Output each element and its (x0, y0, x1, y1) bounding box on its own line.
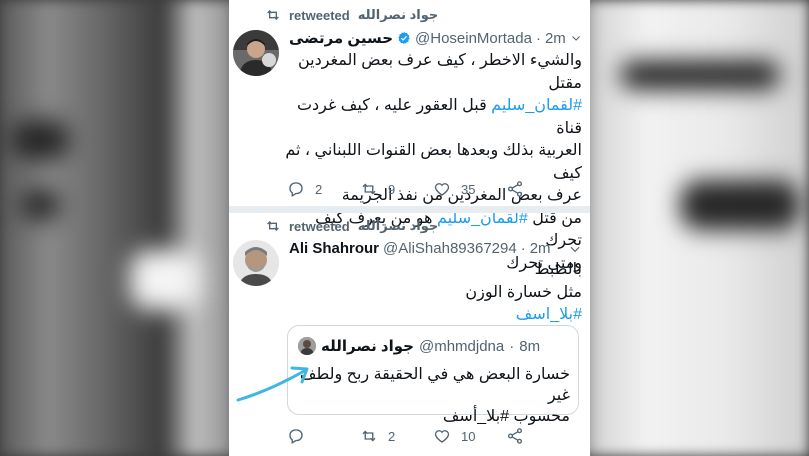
retweeted-label: retweeted (289, 218, 350, 234)
text-line: خسارة البعض هي في الحقيقة ربح ولطف غير (299, 366, 570, 404)
display-name[interactable]: Ali Shahrour (289, 240, 379, 257)
avatar[interactable] (233, 30, 279, 76)
share-button[interactable] (506, 427, 579, 445)
tweet-header: Ali Shahrour @AliShah89367294 · 2m (289, 240, 582, 257)
reply-button[interactable]: 2 (287, 180, 360, 198)
reply-icon (289, 429, 303, 444)
tweet-text: بالظبط مثل خسارة الوزن #بلا_اسف (285, 259, 582, 327)
quoted-tweet-text: خسارة البعض هي في الحقيقة ربح ولطف غير م… (296, 364, 570, 427)
retweet-button[interactable]: 9 (360, 180, 433, 198)
retweet-context: retweeted جواد نصرالله (265, 218, 438, 234)
retweet-icon (267, 10, 279, 20)
separator: · (535, 29, 541, 47)
reply-button[interactable] (287, 427, 360, 445)
hashtag-link[interactable]: #لقمان_سليم (491, 97, 582, 114)
text-line: والشيء الاخطر ، كيف عرف بعض المغردين مقت… (297, 52, 582, 92)
retweet-count: 9 (388, 181, 396, 197)
hashtag-link[interactable]: #بلا_اسف (516, 306, 582, 323)
share-button[interactable] (506, 180, 579, 198)
handle[interactable]: @AliShah89367294 (383, 240, 517, 257)
reply-icon (289, 182, 303, 197)
timestamp[interactable]: 2m (545, 30, 566, 47)
text-line: بالظبط (534, 261, 582, 278)
tweet[interactable]: retweeted جواد نصرالله Ali Shahrour @Ali… (229, 213, 590, 456)
text-line: العربية بذلك وبعدها بعض القنوات اللبناني… (285, 142, 582, 182)
avatar[interactable] (233, 240, 279, 286)
retweet-context: retweeted جواد نصرالله (265, 7, 438, 23)
chevron-down-icon[interactable] (568, 242, 582, 256)
retweeter-name[interactable]: جواد نصرالله (358, 7, 439, 23)
timestamp: 8m (519, 337, 541, 355)
like-count: 35 (461, 181, 476, 197)
retweeter-name[interactable]: جواد نصرالله (358, 218, 439, 234)
reply-count: 2 (315, 181, 323, 197)
text-line: #بلا_اسف (285, 304, 582, 327)
retweet-button[interactable]: 2 (360, 427, 433, 445)
share-icon (507, 428, 523, 444)
text-line: #لقمان_سليم قبل العقور عليه ، كيف غردت ق… (296, 97, 582, 137)
avatar (298, 337, 316, 355)
chevron-down-icon[interactable] (570, 31, 582, 45)
display-name: جواد نصرالله (321, 338, 414, 355)
retweet-icon (267, 221, 279, 231)
timestamp[interactable]: 2m (530, 240, 551, 257)
text-line: محسوب #بلا_أسف (442, 408, 570, 425)
quoted-tweet[interactable]: جواد نصرالله @mhmdjdna · 8m خسارة البعض … (287, 325, 579, 425)
like-button[interactable]: 35 (433, 180, 506, 198)
handle[interactable]: @HoseinMortada (415, 30, 532, 47)
retweet-icon (362, 183, 376, 195)
separator: · (520, 240, 526, 257)
verified-icon (398, 31, 410, 45)
like-button[interactable]: 10 (433, 427, 506, 445)
tweet-actions: 2 9 35 (287, 180, 579, 198)
display-name[interactable]: حسين مرتضى (289, 29, 393, 47)
tweet[interactable]: retweeted جواد نصرالله حسين مرتضى @Hosei… (229, 0, 590, 272)
handle: @mhmdjdna (418, 337, 505, 355)
tweet-actions: 2 10 (287, 427, 579, 445)
text-line: مثل خسارة الوزن (465, 283, 582, 301)
like-count: 10 (461, 428, 476, 444)
annotation-arrow-icon (236, 366, 309, 402)
tweet-header: حسين مرتضى @HoseinMortada · 2m (289, 29, 582, 47)
retweeted-label: retweeted (289, 7, 350, 23)
retweet-icon (362, 430, 376, 442)
quoted-tweet-header: جواد نصرالله @mhmdjdna · 8m (298, 337, 540, 355)
heart-icon (434, 183, 450, 196)
retweet-count: 2 (388, 428, 396, 444)
divider (229, 206, 590, 213)
share-icon (507, 181, 523, 197)
heart-icon (434, 430, 450, 443)
separator: · (509, 337, 515, 355)
